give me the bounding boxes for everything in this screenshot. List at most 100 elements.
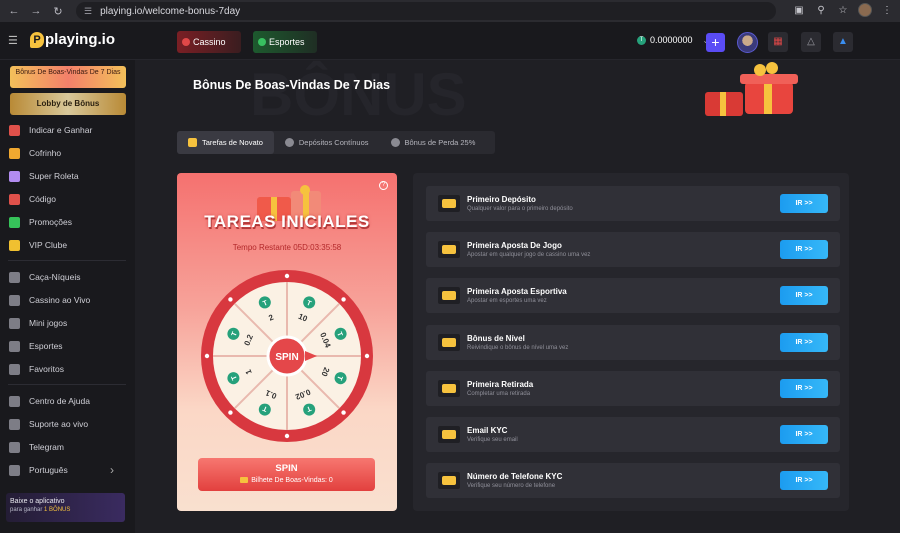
- timer-text: Tempo Restante 05D:03:35:58: [232, 243, 342, 252]
- task-go-button[interactable]: IR >>: [780, 332, 828, 352]
- tab-cassino[interactable]: Cassino: [177, 31, 241, 53]
- task-description: Completar uma retirada: [467, 390, 531, 397]
- sidebar-item[interactable]: Português ›: [9, 461, 114, 479]
- task-name: Número de Telefone KYC: [467, 472, 563, 482]
- task-description: Apostar em esportes uma vez: [467, 298, 547, 305]
- rim-dot: [341, 410, 346, 415]
- sidebar-item[interactable]: VIP Clube: [9, 236, 67, 254]
- task-name: Primeira Aposta De Jogo: [467, 241, 562, 251]
- site-logo[interactable]: Pplaying.io: [30, 31, 115, 48]
- headset-icon: [9, 418, 20, 430]
- piggy-bank-icon: [9, 147, 20, 159]
- star-icon: [284, 138, 294, 147]
- back-arrow-icon[interactable]: ←: [6, 3, 22, 19]
- bell-icon[interactable]: △: [801, 32, 821, 52]
- sidebar-item[interactable]: Centro de Ajuda: [9, 392, 90, 410]
- ticket-icon: [188, 138, 197, 147]
- sidebar: Bônus De Boas-Vindas De 7 Dias Lobby de …: [0, 60, 135, 533]
- app-banner-subtitle: para ganhar 1 BÔNUS: [10, 507, 71, 513]
- sidebar-item-label: Centro de Ajuda: [29, 396, 90, 406]
- sidebar-item-label: Português: [29, 465, 68, 475]
- gamepad-icon: [9, 317, 20, 329]
- address-bar[interactable]: ☰ playing.io/welcome-bonus-7day: [76, 2, 776, 20]
- sidebar-item-label: Favoritos: [29, 364, 64, 374]
- balance-value: 0.0000000: [650, 35, 693, 45]
- task-go-button[interactable]: IR >>: [780, 240, 828, 260]
- main-content: BÔNUS Bônus De Boas-Vindas De 7 Dias Tar…: [135, 60, 900, 533]
- gift-boxes-illustration: [705, 62, 798, 116]
- sidebar-item[interactable]: Mini jogos: [9, 314, 67, 332]
- roulette-icon: [9, 170, 20, 182]
- url-text: playing.io/welcome-bonus-7day: [100, 5, 241, 17]
- promo-lobby-bonus[interactable]: Lobby de Bônus: [10, 93, 126, 115]
- rim-dot: [284, 273, 290, 279]
- task-name: Primeira Retirada: [467, 379, 534, 389]
- spin-button-label: SPIN: [275, 463, 298, 474]
- sidebar-item-label: Indicar e Ganhar: [29, 125, 93, 135]
- rim-dot: [341, 297, 346, 302]
- subtab-label: Bônus de Perda 25%: [404, 138, 476, 147]
- zoom-icon[interactable]: ⚲: [814, 5, 828, 16]
- task-name: Primeira Aposta Esportiva: [467, 287, 567, 297]
- tab-bonus-de-perda[interactable]: Bônus de Perda 25%: [380, 131, 487, 154]
- sidebar-item[interactable]: Cassino ao Vivo: [9, 291, 90, 309]
- help-icon[interactable]: ?: [379, 181, 388, 190]
- task-go-button[interactable]: IR >>: [780, 286, 828, 306]
- sidebar-item[interactable]: Indicar e Ganhar: [9, 121, 92, 139]
- sidebar-item[interactable]: Super Roleta: [9, 167, 79, 185]
- sidebar-item[interactable]: Esportes: [9, 337, 63, 355]
- code-icon: [9, 193, 20, 205]
- reload-icon[interactable]: ↻: [50, 3, 66, 19]
- browser-profile-avatar[interactable]: [858, 3, 872, 17]
- sidebar-item-label: VIP Clube: [29, 240, 68, 250]
- download-app-banner[interactable]: Baixe o aplicativo para ganhar 1 BÔNUS: [6, 493, 125, 522]
- task-list: Primeiro Depósito Qualquer valor para o p…: [413, 173, 849, 511]
- sidebar-item[interactable]: Caça-Níqueis: [9, 268, 81, 286]
- heart-icon: [9, 363, 20, 375]
- tab-tarefas-de-novato[interactable]: Tarefas de Novato: [177, 131, 274, 154]
- task-row: Primeira Aposta De Jogo Apostar em qualqu…: [426, 232, 840, 268]
- cassino-icon: [182, 38, 190, 46]
- browser-menu-icon[interactable]: ⋮: [880, 5, 894, 16]
- spin-wheel-card: ? TAREAS INICIALES Tempo Restante 05D:03…: [177, 173, 397, 511]
- rim-dot: [228, 410, 233, 415]
- cast-icon[interactable]: ▣: [792, 5, 806, 16]
- task-go-button[interactable]: IR >>: [780, 425, 828, 444]
- tab-esportes[interactable]: Esportes: [253, 31, 317, 53]
- task-go-button[interactable]: IR >>: [780, 471, 828, 491]
- sidebar-item[interactable]: Promoções: [9, 213, 72, 231]
- subtab-label: Depósitos Contínuos: [298, 138, 369, 147]
- rim-dot: [364, 353, 370, 359]
- deposit-plus-button[interactable]: +: [706, 33, 725, 52]
- spin-center-label: SPIN: [275, 352, 298, 363]
- hamburger-menu-icon[interactable]: ☰: [8, 34, 20, 47]
- logo-text: playing.io: [45, 31, 116, 48]
- promo-welcome-bonus[interactable]: Bônus De Boas-Vindas De 7 Dias: [10, 66, 126, 88]
- spin-button[interactable]: SPIN Bilhete De Boas-Vindas: 0: [198, 458, 375, 491]
- site-settings-icon[interactable]: ☰: [84, 6, 92, 17]
- forward-arrow-icon[interactable]: →: [28, 3, 44, 19]
- subtab-label: Tarefas de Novato: [202, 138, 263, 147]
- ticket-icon: [438, 195, 460, 212]
- sidebar-item[interactable]: Telegram: [9, 438, 64, 456]
- sidebar-item[interactable]: Suporte ao vivo: [9, 415, 88, 433]
- balance-display[interactable]: T 0.0000000 ⌄: [637, 35, 709, 45]
- logo-mark: P: [30, 31, 44, 48]
- sidebar-item-label: Promoções: [29, 217, 72, 227]
- bookmark-star-icon[interactable]: ☆: [836, 5, 850, 16]
- ticket-count: 0: [328, 477, 333, 484]
- tab-depositos-continuos[interactable]: Depósitos Contínuos: [274, 131, 380, 154]
- chat-icon: [9, 395, 20, 407]
- sidebar-item[interactable]: Cofrinho: [9, 144, 61, 162]
- prize-wheel[interactable]: T10T0.04T20T0.02T0.1T1T 0.2T2SPIN: [197, 266, 377, 446]
- android-icon[interactable]: ▲: [833, 32, 853, 52]
- sidebar-item[interactable]: Favoritos: [9, 360, 64, 378]
- ticket-icon: [438, 241, 460, 259]
- task-go-button[interactable]: IR >>: [780, 194, 828, 213]
- gift-icon[interactable]: ▦: [768, 32, 788, 52]
- task-row: Primeira Aposta Esportiva Apostar em espo…: [426, 278, 840, 314]
- task-go-button[interactable]: IR >>: [780, 378, 828, 398]
- sidebar-item[interactable]: Código: [9, 190, 56, 208]
- page-title: Bônus De Boas-Vindas De 7 Dias: [193, 78, 391, 92]
- user-avatar[interactable]: [737, 32, 758, 53]
